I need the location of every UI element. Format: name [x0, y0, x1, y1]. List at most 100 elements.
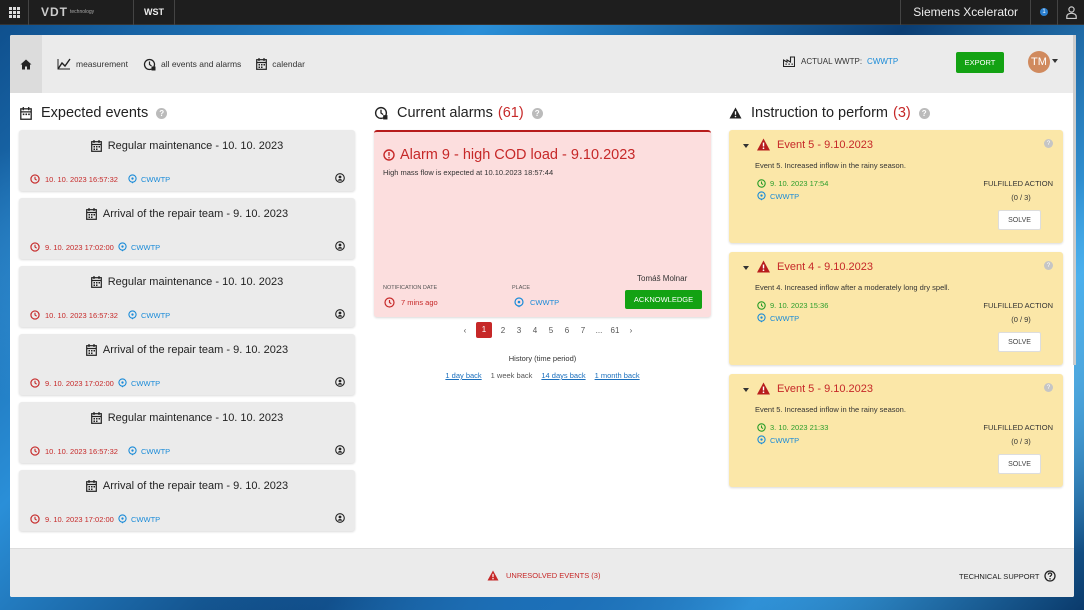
technical-support[interactable]: TECHNICAL SUPPORT	[959, 570, 1057, 582]
solve-button[interactable]: SOLVE	[998, 454, 1041, 474]
nav-calendar[interactable]: calendar	[256, 58, 305, 70]
history-1-month[interactable]: 1 month back	[595, 371, 640, 380]
help-icon[interactable]: ?	[1044, 383, 1053, 392]
instruction-title: Event 5 - 9.10.2023	[756, 382, 873, 395]
help-icon[interactable]: ?	[156, 107, 168, 119]
notification-icon[interactable]: 1	[1031, 0, 1058, 25]
clock-icon	[757, 179, 766, 188]
current-alarms-heading: Current alarms (61) ?	[374, 105, 543, 121]
instruction-description: Event 5. Increased inflow in the rainy s…	[755, 161, 906, 170]
brand-logo[interactable]: VDT technology	[29, 0, 134, 25]
expected-event-place[interactable]: CWWTP	[128, 174, 170, 184]
next-page-icon[interactable]: ›	[623, 326, 639, 335]
expected-event-card[interactable]: Arrival of the repair team - 9. 10. 2023…	[19, 470, 355, 531]
instruction-place[interactable]: CWWTP	[757, 191, 799, 201]
fulfilled-action-count: (0 / 3)	[1011, 193, 1031, 202]
expected-event-card[interactable]: Regular maintenance - 10. 10. 2023 10. 1…	[19, 130, 355, 191]
history-1-day[interactable]: 1 day back	[445, 371, 481, 380]
person-icon[interactable]	[335, 241, 345, 251]
wwtp-link[interactable]: CWWTP	[867, 57, 898, 66]
unresolved-events-label: UNRESOLVED EVENTS (3)	[506, 571, 601, 580]
alarm-card[interactable]: Alarm 9 - high COD load - 9.10.2023 High…	[374, 130, 711, 317]
export-button[interactable]: EXPORT	[956, 52, 1004, 73]
page-number[interactable]: 61	[607, 326, 623, 335]
page-number[interactable]: 4	[527, 326, 543, 335]
page-number[interactable]: 1	[476, 322, 492, 338]
page-number[interactable]: 2	[495, 326, 511, 335]
chevron-down-icon[interactable]	[743, 388, 749, 392]
page-number[interactable]: 5	[543, 326, 559, 335]
person-icon[interactable]	[335, 173, 345, 183]
place-icon	[128, 446, 137, 456]
calendar-icon	[85, 208, 97, 220]
instruction-place[interactable]: CWWTP	[757, 435, 799, 445]
instruction-place-text: CWWTP	[770, 435, 800, 445]
instruction-card[interactable]: Event 4 - 9.10.2023 ? Event 4. Increased…	[729, 252, 1063, 365]
user-icon[interactable]	[1058, 0, 1084, 25]
notification-date-label: NOTIFICATION DATE	[383, 285, 438, 291]
instructions-heading: Instruction to perform (3) ?	[729, 105, 930, 121]
calendar-icon	[85, 480, 97, 492]
solve-button[interactable]: SOLVE	[998, 332, 1041, 352]
nav-all-events[interactable]: all events and alarms	[143, 58, 241, 71]
expected-event-card[interactable]: Regular maintenance - 10. 10. 2023 10. 1…	[19, 266, 355, 327]
person-icon	[335, 309, 345, 319]
instruction-card[interactable]: Event 5 - 9.10.2023 ? Event 5. Increased…	[729, 374, 1063, 487]
unresolved-events[interactable]: UNRESOLVED EVENTS (3)	[487, 570, 600, 581]
avatar[interactable]: TM	[1028, 51, 1050, 73]
person-icon[interactable]	[335, 309, 345, 319]
page-number[interactable]: 6	[559, 326, 575, 335]
acknowledge-button[interactable]: ACKNOWLEDGE	[625, 290, 702, 309]
chevron-down-icon[interactable]	[743, 144, 749, 148]
chevron-down-icon[interactable]	[1052, 59, 1058, 63]
expected-event-time-text: 9. 10. 2023 17:02:00	[45, 378, 114, 388]
page-number[interactable]: 3	[511, 326, 527, 335]
app-name[interactable]: WST	[134, 0, 175, 25]
clock-icon	[384, 297, 395, 308]
expected-event-place-text: CWWTP	[141, 310, 171, 320]
expected-event-place-text: CWWTP	[131, 242, 161, 252]
place-value[interactable]: CWWTP	[514, 297, 559, 308]
chevron-down-icon[interactable]	[743, 266, 749, 270]
scrollbar[interactable]	[1073, 35, 1076, 365]
actual-wwtp: ACTUAL WWTP: CWWTP	[783, 56, 898, 67]
instruction-place[interactable]: CWWTP	[757, 313, 799, 323]
person-icon[interactable]	[335, 377, 345, 387]
expected-event-place[interactable]: CWWTP	[118, 378, 160, 388]
home-icon[interactable]	[10, 35, 42, 93]
person-icon[interactable]	[335, 445, 345, 455]
nav-calendar-label: calendar	[272, 59, 305, 69]
expected-event-time-text: 9. 10. 2023 17:02:00	[45, 514, 114, 524]
expected-event-place[interactable]: CWWTP	[118, 242, 160, 252]
expected-event-card[interactable]: Regular maintenance - 10. 10. 2023 10. 1…	[19, 402, 355, 463]
expected-event-card[interactable]: Arrival of the repair team - 9. 10. 2023…	[19, 334, 355, 395]
instruction-card[interactable]: Event 5 - 9.10.2023 ? Event 5. Increased…	[729, 130, 1063, 243]
place-icon	[118, 242, 127, 252]
help-icon[interactable]: ?	[531, 107, 543, 119]
instruction-description: Event 4. Increased inflow after a modera…	[755, 283, 950, 292]
history-1-week[interactable]: 1 week back	[491, 371, 533, 380]
fulfilled-action-label: FULFILLED ACTION	[983, 301, 1053, 310]
expected-event-time-text: 10. 10. 2023 16:57:32	[45, 446, 118, 456]
expected-event-place[interactable]: CWWTP	[128, 310, 170, 320]
alarm-title: Alarm 9 - high COD load - 9.10.2023	[383, 147, 635, 163]
place-text: CWWTP	[530, 298, 560, 307]
expected-event-place[interactable]: CWWTP	[118, 514, 160, 524]
page-number[interactable]: 7	[575, 326, 591, 335]
solve-button[interactable]: SOLVE	[998, 210, 1041, 230]
instructions-count: (3)	[893, 105, 911, 121]
expected-event-place[interactable]: CWWTP	[128, 446, 170, 456]
help-icon[interactable]: ?	[918, 107, 930, 119]
history-14-days[interactable]: 14 days back	[541, 371, 585, 380]
notification-count: 1	[1040, 8, 1048, 16]
instruction-description: Event 5. Increased inflow in the rainy s…	[755, 405, 906, 414]
help-icon[interactable]: ?	[1044, 139, 1053, 148]
nav-measurement[interactable]: measurement	[57, 58, 128, 70]
expected-event-title: Regular maintenance - 10. 10. 2023	[19, 276, 355, 288]
expected-event-title-text: Arrival of the repair team - 9. 10. 2023	[102, 480, 289, 492]
help-icon[interactable]: ?	[1044, 261, 1053, 270]
expected-event-card[interactable]: Arrival of the repair team - 9. 10. 2023…	[19, 198, 355, 259]
prev-page-icon[interactable]: ‹	[457, 326, 473, 335]
apps-grid-icon[interactable]	[0, 0, 29, 25]
person-icon[interactable]	[335, 513, 345, 523]
